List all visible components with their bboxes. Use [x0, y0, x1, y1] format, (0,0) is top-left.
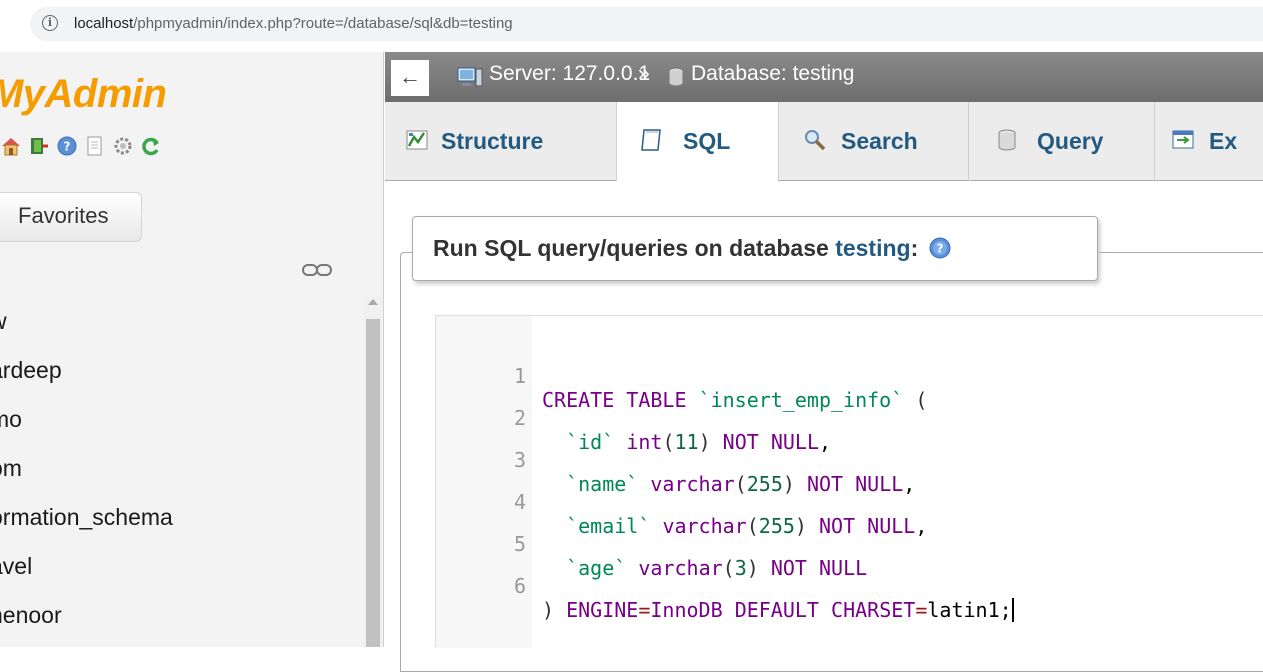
- query-icon: [995, 128, 1019, 152]
- text-cursor: [1011, 598, 1014, 622]
- code-line[interactable]: 5 `age` varchar(3) NOT NULL: [436, 500, 1263, 580]
- server-icon: [457, 66, 483, 88]
- tab-sql[interactable]: SQL: [617, 102, 779, 182]
- svg-text:?: ?: [937, 242, 944, 256]
- tab-label: Search: [841, 128, 918, 154]
- line-number: 6: [513, 574, 526, 598]
- url-host: localhost: [74, 15, 134, 32]
- legend-database-link[interactable]: testing: [835, 235, 910, 261]
- svg-text:?: ?: [64, 140, 71, 154]
- home-icon[interactable]: [0, 135, 22, 157]
- favorites-tab[interactable]: Favorites: [0, 192, 142, 242]
- tab-structure[interactable]: Structure: [385, 102, 617, 181]
- code-line[interactable]: 2 `id` int(11) NOT NULL,: [436, 374, 1263, 454]
- navigation-panel: pMyAdmin ? Favorites w ardeep mo om orma…: [0, 52, 384, 647]
- database-item[interactable]: henoor: [0, 598, 360, 647]
- sql-icon: [639, 128, 663, 152]
- code-line[interactable]: 4 `email` varchar(255) NOT NULL,: [436, 458, 1263, 538]
- code-line[interactable]: 3 `name` varchar(255) NOT NULL,: [436, 416, 1263, 496]
- sql-box-legend: Run SQL query/queries on database testin…: [412, 216, 1098, 281]
- settings-icon[interactable]: [112, 135, 134, 157]
- tab-label: Structure: [441, 128, 544, 154]
- reload-icon[interactable]: [140, 135, 162, 157]
- scrollbar-thumb[interactable]: [366, 319, 380, 647]
- database-item[interactable]: ardeep: [0, 353, 360, 402]
- legend-suffix: :: [910, 235, 919, 261]
- tab-search[interactable]: Search: [779, 102, 969, 181]
- database-item[interactable]: w: [0, 304, 360, 353]
- breadcrumb-database[interactable]: Database: testing: [691, 62, 854, 86]
- code-line[interactable]: 1 CREATE TABLE `insert_emp_info` (: [436, 332, 1263, 412]
- search-icon: [803, 128, 827, 152]
- tab-label: Query: [1037, 128, 1104, 154]
- database-tree: w ardeep mo om ormation_schema avel heno…: [0, 304, 360, 647]
- url-text[interactable]: localhost/phpmyadmin/index.php?route=/da…: [74, 15, 513, 32]
- tab-label: Ex: [1209, 128, 1238, 154]
- tab-query[interactable]: Query: [969, 102, 1155, 181]
- help-icon[interactable]: ?: [928, 236, 952, 260]
- link-icon[interactable]: [302, 263, 332, 277]
- tab-label: SQL: [683, 128, 731, 154]
- collapse-arrow-icon[interactable]: ←: [391, 60, 429, 96]
- nav-icon-bar: ?: [0, 135, 162, 159]
- url-path: /phpmyadmin/index.php?route=/database/sq…: [133, 15, 513, 32]
- breadcrumb: ← Server: 127.0.0.1 » Database: testing: [385, 52, 1263, 102]
- nav-scrollbar[interactable]: [364, 297, 382, 647]
- legend-text: Run SQL query/queries on database: [433, 235, 836, 261]
- database-item[interactable]: om: [0, 451, 360, 500]
- database-icon: [668, 67, 684, 87]
- tab-export[interactable]: Ex: [1155, 102, 1263, 181]
- code-text: ) ENGINE=InnoDB DEFAULT CHARSET=latin1;: [542, 598, 1014, 622]
- main-panel: ← Server: 127.0.0.1 » Database: testing …: [385, 52, 1263, 672]
- code-line[interactable]: 6 ) ENGINE=InnoDB DEFAULT CHARSET=latin1…: [436, 542, 1263, 622]
- info-icon[interactable]: i: [42, 15, 58, 31]
- logo-text: MyAdmin: [0, 72, 167, 116]
- address-bar[interactable]: i localhost/phpmyadmin/index.php?route=/…: [30, 7, 1263, 41]
- database-item[interactable]: avel: [0, 549, 360, 598]
- exit-icon[interactable]: [28, 135, 50, 157]
- breadcrumb-separator: »: [638, 62, 650, 85]
- export-icon: [1171, 128, 1195, 152]
- docs-icon[interactable]: [84, 135, 106, 157]
- database-item[interactable]: ormation_schema: [0, 500, 360, 549]
- scroll-up-arrow-icon[interactable]: [368, 299, 378, 305]
- phpmyadmin-logo[interactable]: pMyAdmin: [0, 72, 167, 117]
- help-icon[interactable]: ?: [56, 135, 78, 157]
- structure-icon: [405, 128, 429, 152]
- database-item[interactable]: mo: [0, 402, 360, 451]
- tab-bar: Structure SQL Search Query Ex: [385, 102, 1263, 182]
- sql-editor[interactable]: 1 CREATE TABLE `insert_emp_info` ( 2 `id…: [435, 315, 1263, 648]
- breadcrumb-server[interactable]: Server: 127.0.0.1: [489, 62, 650, 86]
- browser-toolbar: i localhost/phpmyadmin/index.php?route=/…: [0, 0, 1263, 52]
